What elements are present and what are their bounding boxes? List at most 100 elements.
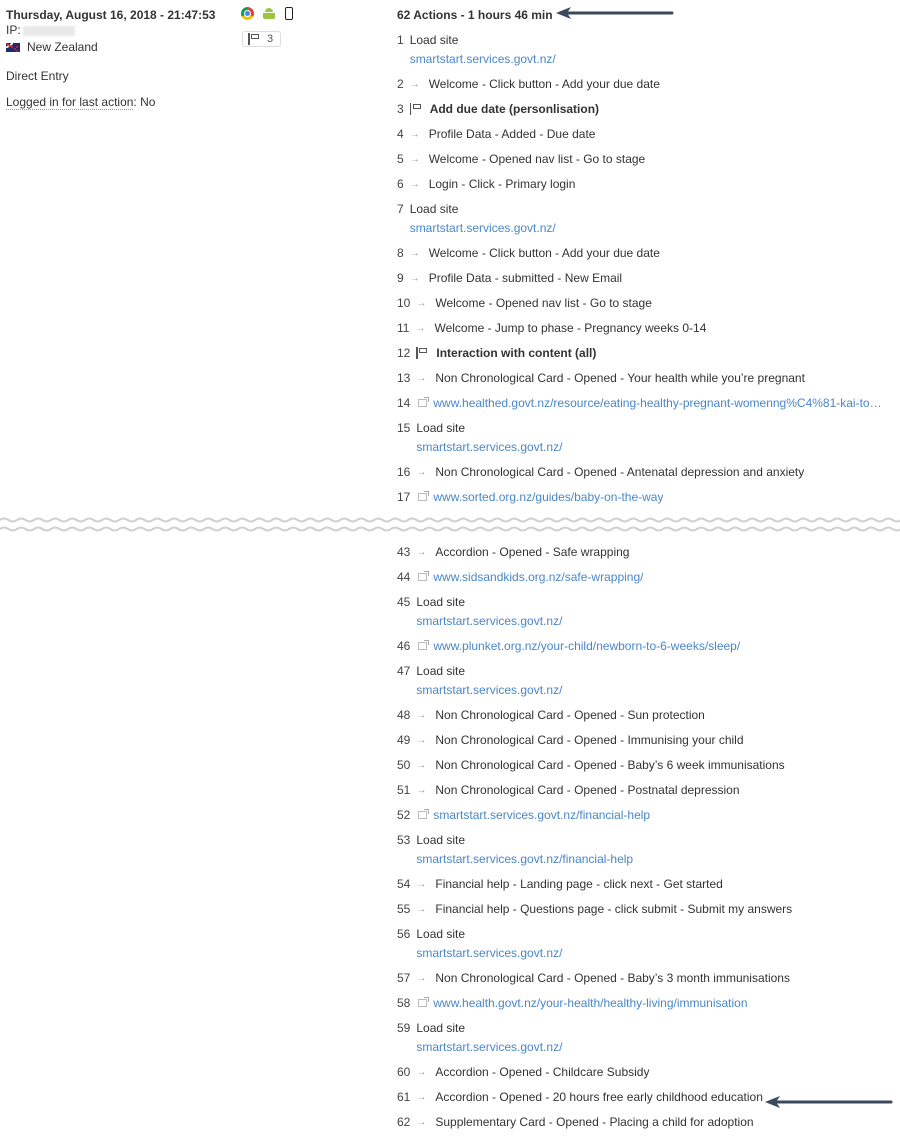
action-label: Welcome - Jump to phase - Pregnancy week… [434,321,707,335]
goal-flag-icon [248,33,261,45]
event-arrow-icon: → [409,273,420,284]
action-number: 13 [397,371,411,385]
action-number: 50 [397,758,411,772]
page-load-entry: Load site smartstart.services.govt.nz/ [416,1021,562,1055]
outlink-url[interactable]: smartstart.services.govt.nz/financial-he… [433,808,650,823]
goals-badge[interactable]: 3 [242,31,282,47]
android-icon[interactable] [263,7,275,20]
outlink-icon [418,397,430,407]
logged-in-label[interactable]: Logged in for last action [6,95,134,110]
action-row: 50 → Non Chronological Card - Opened - Bab… [397,758,900,773]
page-load-entry: Load site smartstart.services.govt.nz/ [416,664,562,698]
action-label: Financial help - Landing page - click ne… [435,877,723,891]
chrome-icon[interactable] [241,7,254,20]
page-url-link[interactable]: smartstart.services.govt.nz/ [416,1040,562,1055]
action-row: 44 www.sidsandkids.org.nz/safe-wrapping/ [397,570,900,585]
action-label: Supplementary Card - Opened - Placing a … [435,1115,754,1129]
action-number: 60 [397,1065,411,1079]
page-load-entry: Load site smartstart.services.govt.nz/ [410,33,556,67]
action-row: 62 → Supplementary Card - Opened - Placing… [397,1115,900,1130]
action-row: 51 → Non Chronological Card - Opened - Pos… [397,783,900,798]
action-row: 9 → Profile Data - submitted - New Email [397,271,900,286]
event-arrow-icon: → [416,547,427,558]
action-number: 9 [397,271,404,285]
action-number: 46 [397,639,411,653]
page-url-link[interactable]: smartstart.services.govt.nz/ [416,614,562,629]
visitor-country: New Zealand [6,39,236,55]
page-url-link[interactable]: smartstart.services.govt.nz/ [416,946,562,961]
action-row: 16 → Non Chronological Card - Opened - Ant… [397,465,900,480]
outlink-icon [418,640,430,650]
action-label: Welcome - Opened nav list - Go to stage [428,152,646,166]
outlink-url[interactable]: www.health.govt.nz/your-health/healthy-l… [433,996,747,1011]
action-number: 57 [397,971,411,985]
goal-label: Interaction with content (all) [436,346,597,360]
action-row: 46 www.plunket.org.nz/your-child/newborn-… [397,639,900,654]
action-label: Load site [416,1021,466,1035]
event-arrow-icon: → [416,373,427,384]
event-arrow-icon: → [409,154,420,165]
outlink-url[interactable]: www.sorted.org.nz/guides/baby-on-the-way [433,490,663,505]
action-row: 60 → Accordion - Opened - Childcare Subsid… [397,1065,900,1080]
page-url-link[interactable]: smartstart.services.govt.nz/ [410,221,556,236]
action-row: 4 → Profile Data - Added - Due date [397,127,900,142]
action-label: Profile Data - submitted - New Email [428,271,623,285]
event-arrow-icon: → [416,1067,427,1078]
page-url-link[interactable]: smartstart.services.govt.nz/ [410,52,556,67]
event-arrow-icon: → [409,248,420,259]
action-row: 56 Load site smartstart.services.govt.nz/ [397,927,900,961]
outlink-url[interactable]: www.healthed.govt.nz/resource/eating-hea… [433,396,883,411]
action-number: 62 [397,1115,411,1129]
action-row: 17 www.sorted.org.nz/guides/baby-on-the-w… [397,490,900,505]
action-row: 52 smartstart.services.govt.nz/financial-… [397,808,900,823]
action-label: Profile Data - Added - Due date [428,127,596,141]
ip-value-redacted [22,25,75,36]
action-label: Accordion - Opened - Childcare Subsidy [435,1065,650,1079]
action-label: Load site [416,595,466,609]
event-arrow-icon: → [409,179,420,190]
page-url-link[interactable]: smartstart.services.govt.nz/ [416,683,562,698]
action-number: 2 [397,77,404,91]
outlink-icon [418,491,430,501]
new-zealand-flag-icon [6,42,20,52]
action-label: Non Chronological Card - Opened - Antena… [435,465,805,479]
action-label: Accordion - Opened - 20 hours free early… [435,1090,763,1104]
outlink-url[interactable]: www.sidsandkids.org.nz/safe-wrapping/ [433,570,643,585]
action-number: 3 [397,102,404,116]
action-row: 13 → Non Chronological Card - Opened - You… [397,371,900,386]
outlink-icon [418,809,430,819]
outlink-url[interactable]: www.plunket.org.nz/your-child/newborn-to… [433,639,740,654]
action-label: Non Chronological Card - Opened - Postna… [435,783,740,797]
action-label: Welcome - Click button - Add your due da… [428,77,660,91]
page-load-entry: Load site smartstart.services.govt.nz/ [410,202,556,236]
action-number: 7 [397,202,404,216]
action-number: 59 [397,1021,411,1035]
action-row: 55 → Financial help - Questions page - cli… [397,902,900,917]
ip-label: IP: [6,23,21,37]
action-number: 6 [397,177,404,191]
action-number: 17 [397,490,411,504]
logged-in-status: Logged in for last action: No [6,94,236,110]
action-label: Load site [409,33,459,47]
action-row: 5 → Welcome - Opened nav list - Go to stag… [397,152,900,167]
mobile-phone-icon[interactable] [285,7,293,20]
actions-list-bottom: 43 → Accordion - Opened - Safe wrapping 44 w… [397,545,900,1140]
action-number: 61 [397,1090,411,1104]
event-arrow-icon: → [416,1117,427,1128]
page-url-link[interactable]: smartstart.services.govt.nz/ [416,440,562,455]
session-info: Thursday, August 16, 2018 - 21:47:53 IP:… [6,8,236,110]
page-url-link[interactable]: smartstart.services.govt.nz/financial-he… [416,852,633,867]
actions-list-top: 1 Load site smartstart.services.govt.nz/2 →… [397,33,900,515]
action-row: 45 Load site smartstart.services.govt.nz/ [397,595,900,629]
action-label: Non Chronological Card - Opened - Baby’s… [435,758,785,772]
action-row: 43 → Accordion - Opened - Safe wrapping [397,545,900,560]
action-label: Welcome - Opened nav list - Go to stage [435,296,652,310]
action-row: 6 → Login - Click - Primary login [397,177,900,192]
goal-label: Add due date (personlisation) [429,102,600,116]
action-label: Load site [416,927,466,941]
action-number: 43 [397,545,411,559]
action-row: 10 → Welcome - Opened nav list - Go to sta… [397,296,900,311]
action-number: 53 [397,833,411,847]
event-arrow-icon: → [416,735,427,746]
action-row: 58 www.health.govt.nz/your-health/healthy… [397,996,900,1011]
